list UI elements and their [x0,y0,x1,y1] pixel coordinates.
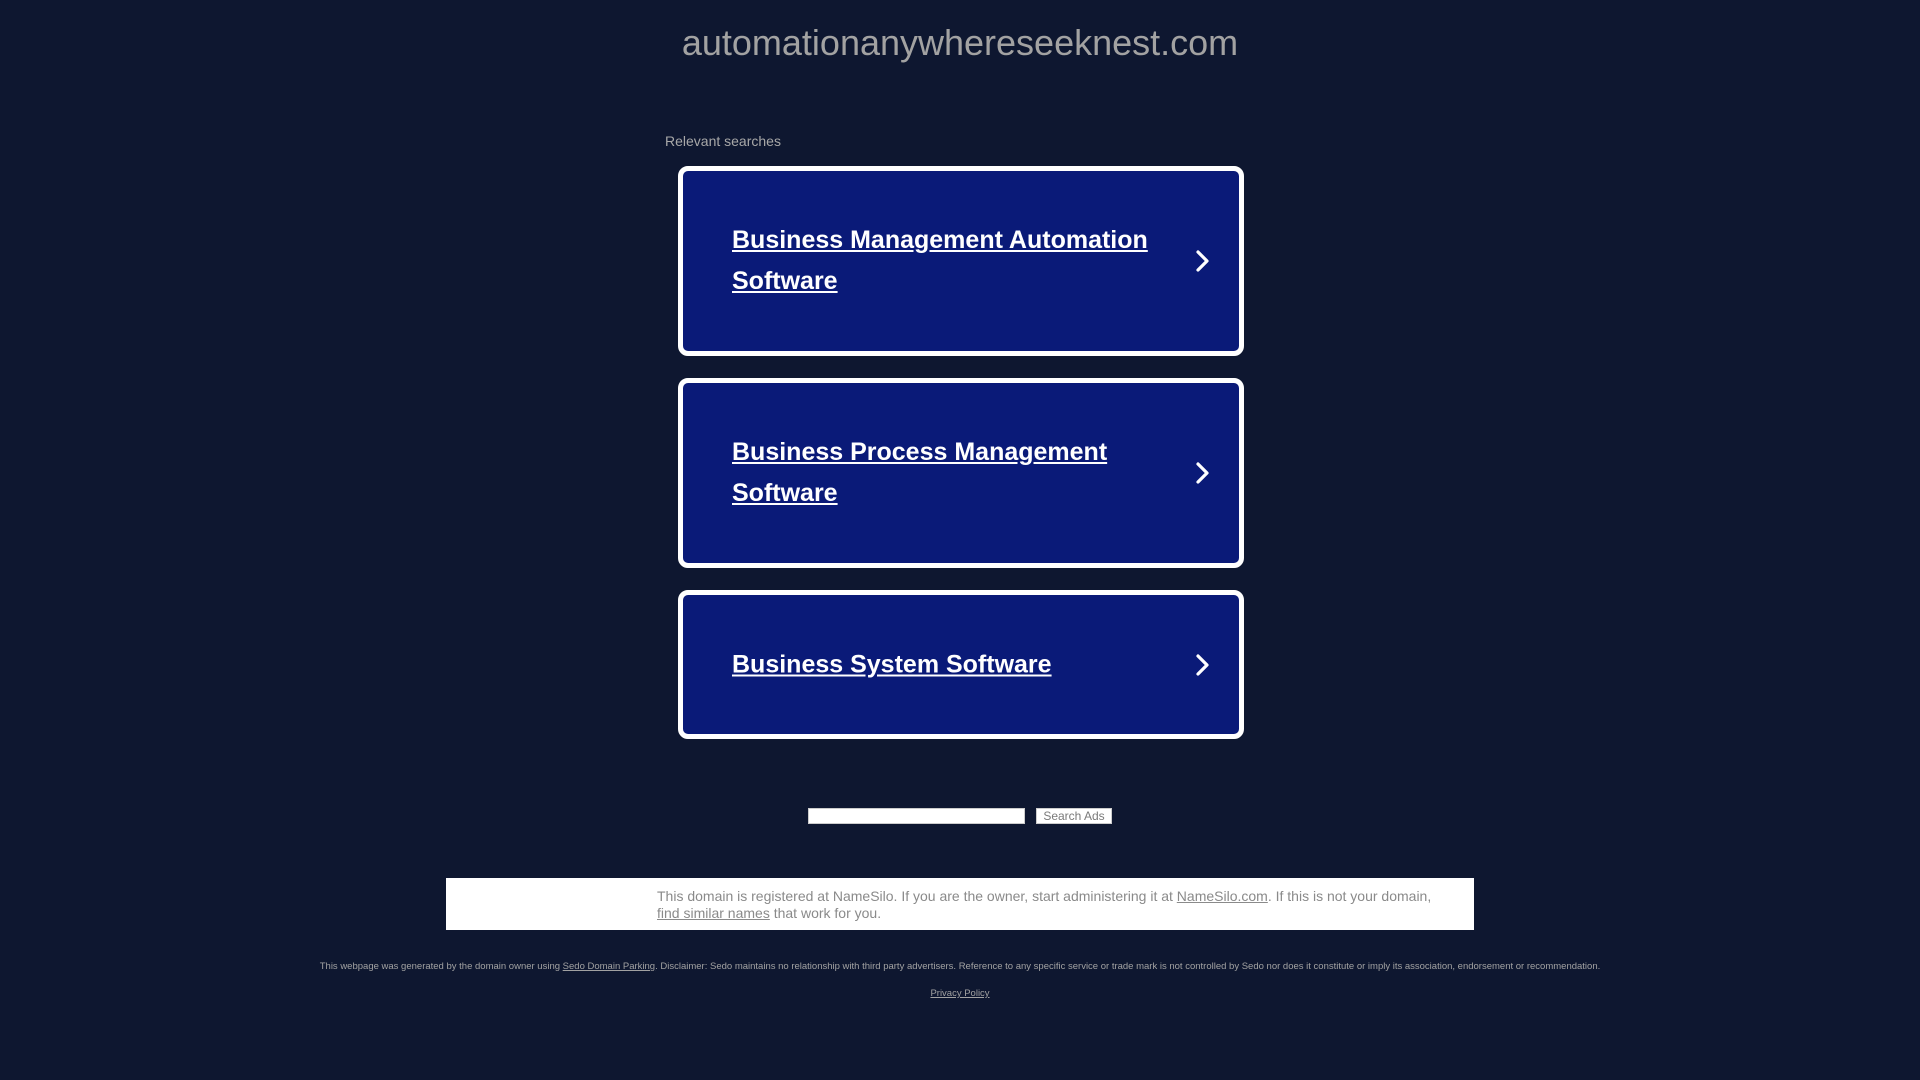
parked-domain-page: automationanywhereseeknest.com Relevant … [0,0,1920,1080]
disclaimer-text-part: . Disclaimer: Sedo maintains no relation… [655,961,1601,972]
related-search-list: Business Management Automation Software … [678,166,1244,761]
registrar-notice-text: This domain is registered at NameSilo. I… [657,888,1456,922]
related-search-card[interactable]: Business Management Automation Software [678,166,1244,356]
find-similar-names-link[interactable]: find similar names [657,905,770,921]
related-search-link[interactable]: Business Management Automation Software [732,220,1149,302]
namesilo-link[interactable]: NameSilo.com [1177,888,1268,904]
chevron-right-icon [1196,653,1209,676]
disclaimer-text-part: This webpage was generated by the domain… [319,961,563,972]
related-search-card[interactable]: Business Process Management Software [678,378,1244,568]
sedo-domain-parking-link[interactable]: Sedo Domain Parking [563,961,655,972]
domain-title: automationanywhereseeknest.com [681,22,1239,63]
search-bar: Search Ads [0,808,1920,824]
search-input[interactable] [808,808,1026,824]
search-ads-button[interactable]: Search Ads [1036,808,1112,824]
privacy-policy-row: Privacy Policy [0,988,1920,999]
notice-text-part: . If this is not your domain, [1267,888,1432,904]
related-search-link[interactable]: Business Process Management Software [732,432,1149,514]
privacy-policy-link[interactable]: Privacy Policy [930,988,989,999]
chevron-right-icon [1196,250,1209,272]
relevant-searches-label: Relevant searches [665,133,781,149]
registrar-notice: This domain is registered at NameSilo. I… [446,878,1474,930]
related-search-card[interactable]: Business System Software [678,590,1244,739]
disclaimer: This webpage was generated by the domain… [0,961,1920,972]
chevron-right-icon [1196,462,1209,484]
notice-text-part: that work for you. [769,905,882,921]
related-search-link[interactable]: Business System Software [732,644,1149,685]
notice-text-part: This domain is registered at NameSilo. I… [657,888,1177,904]
